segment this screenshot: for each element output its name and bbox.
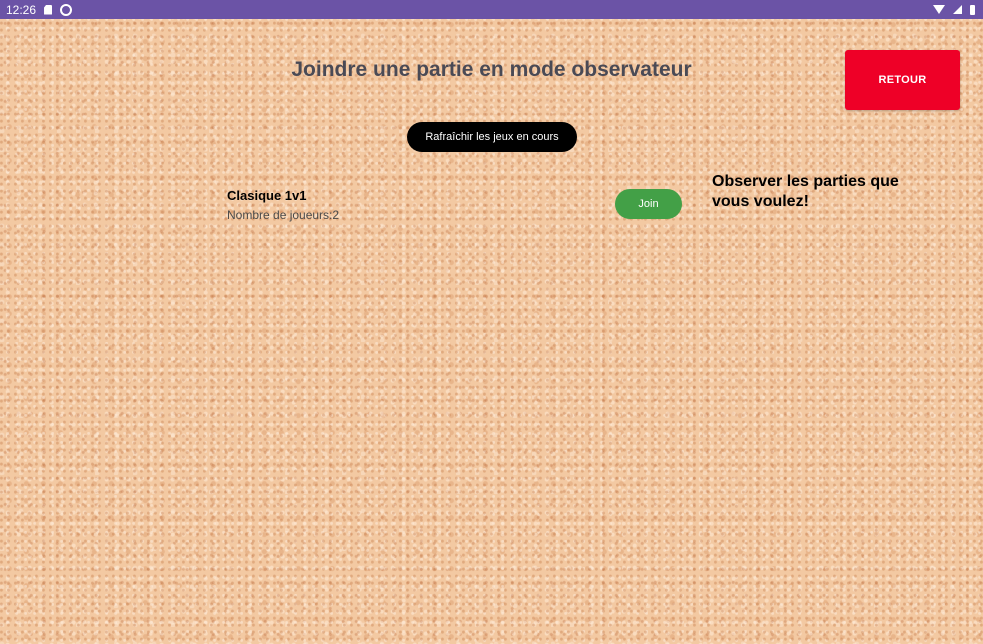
player-count-value: 2 [332,208,340,222]
signal-icon [953,5,962,14]
list-item: Clasique 1v1 Nombre de joueurs:2 Join [227,186,697,230]
join-button[interactable]: Join [615,189,682,219]
game-player-count: Nombre de joueurs:2 [227,208,339,222]
game-name: Clasique 1v1 [227,188,307,203]
game-list: Clasique 1v1 Nombre de joueurs:2 Join [227,186,697,230]
wifi-icon [933,5,945,14]
back-button[interactable]: RETOUR [845,50,960,110]
player-count-label: Nombre de joueurs: [227,208,333,222]
page-title: Joindre une partie en mode observateur [291,58,692,81]
refresh-games-button[interactable]: Rafraîchir les jeux en cours [407,122,577,152]
status-bar-left: 12:26 [6,2,73,17]
status-bar-right [933,4,975,15]
sd-card-icon [44,4,53,15]
status-time: 12:26 [6,2,37,17]
status-bar: 12:26 [0,0,983,19]
sync-icon [60,3,73,16]
side-hint: Observer les parties que vous voulez! [712,173,899,210]
battery-icon [970,4,975,15]
